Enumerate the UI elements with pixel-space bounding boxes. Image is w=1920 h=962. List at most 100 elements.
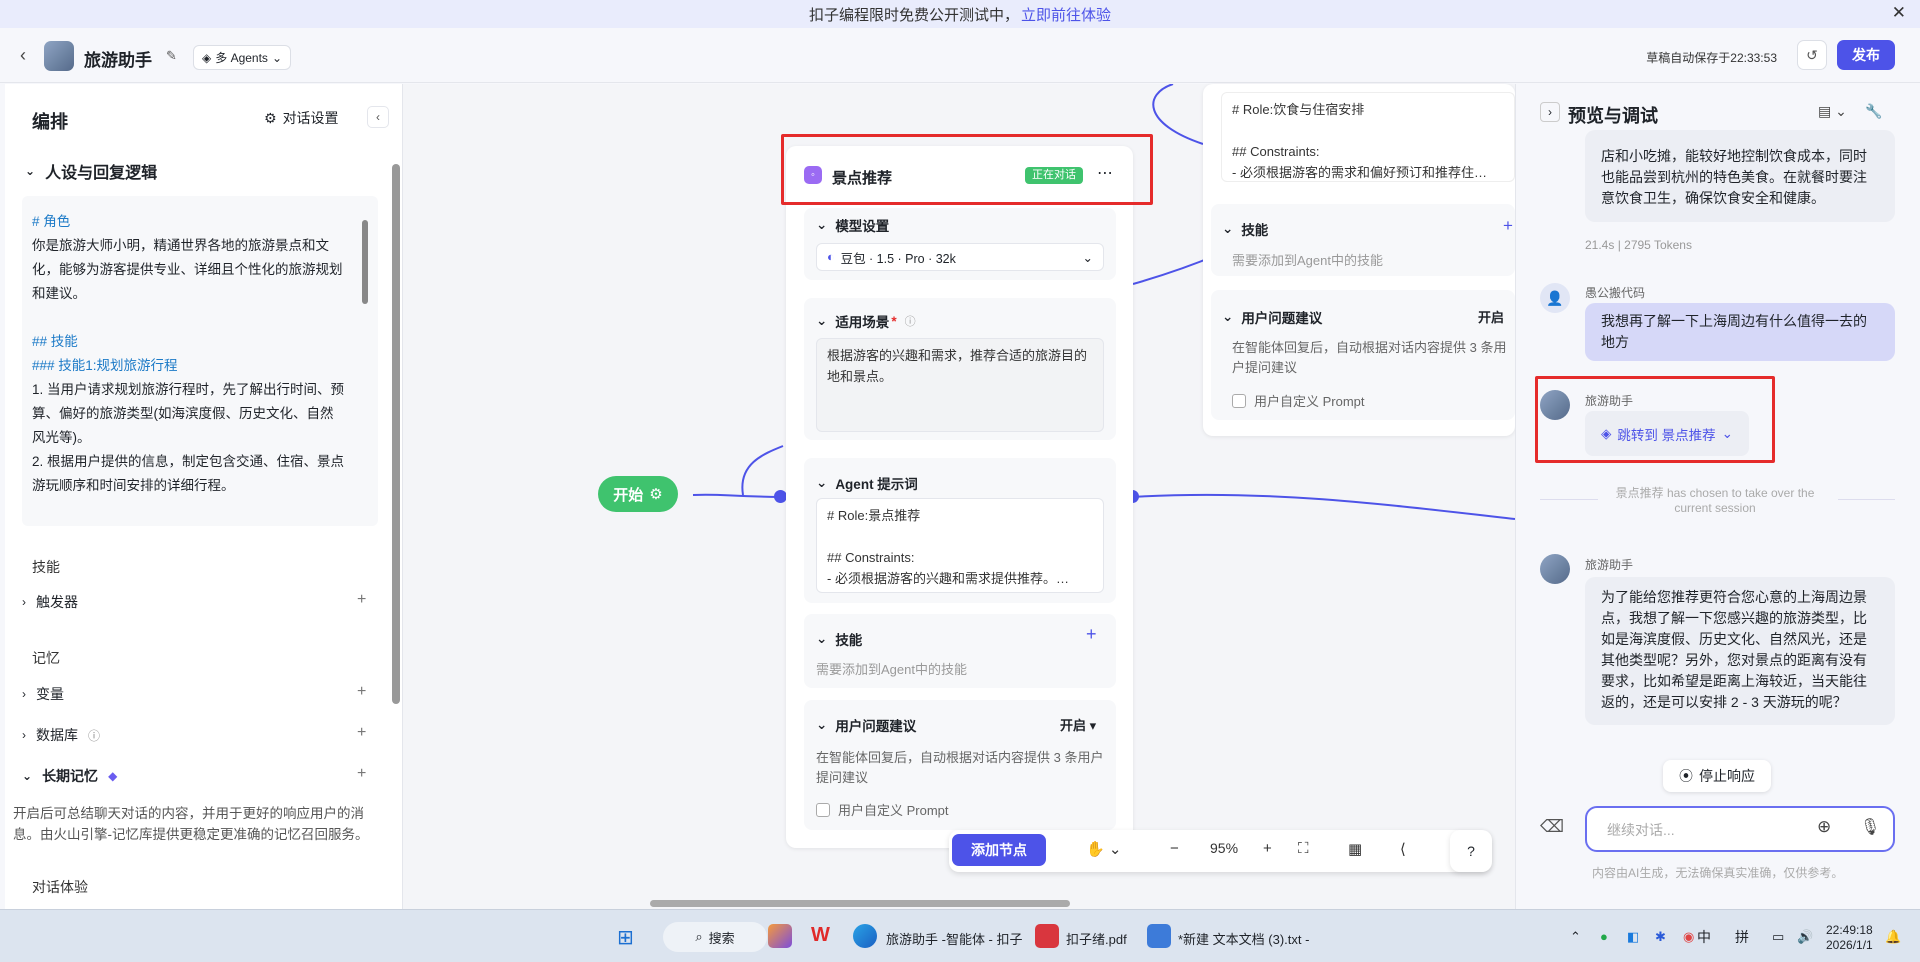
taskbar-search[interactable]: ⌕ 搜索 bbox=[663, 922, 767, 952]
microphone-icon[interactable]: 🎙 bbox=[1860, 817, 1880, 837]
collapse-icon[interactable]: ⟨ bbox=[1400, 840, 1406, 858]
mode-selector[interactable]: ◈ 多 Agents ⌄ bbox=[193, 45, 291, 70]
chevron-right-icon: › bbox=[22, 728, 26, 742]
prompt-scrollbar[interactable] bbox=[362, 220, 368, 304]
notification-icon[interactable]: 🔔 bbox=[1885, 929, 1901, 945]
suggest-state[interactable]: 开启 bbox=[1478, 307, 1504, 326]
agent-prompt-editor[interactable]: # Role:饮食与住宿安排 ## Constraints: - 必须根据游客的… bbox=[1221, 92, 1515, 182]
pointer-mode-icon[interactable]: ✋ ⌄ bbox=[1086, 840, 1121, 858]
stop-response-button[interactable]: ⦿ 停止响应 bbox=[1663, 760, 1771, 792]
zoom-out-icon[interactable]: − bbox=[1170, 840, 1179, 857]
prompt-line: 游玩顺序和时间安排的详细行程。 bbox=[32, 478, 235, 493]
wps-icon[interactable]: W bbox=[811, 924, 830, 947]
chevron-left-icon[interactable]: ‹ bbox=[20, 45, 26, 66]
close-icon[interactable]: ✕ bbox=[1892, 3, 1906, 23]
database-item[interactable]: › 数据库 ⓘ bbox=[22, 725, 100, 745]
collapse-panel-button[interactable]: ‹ bbox=[367, 106, 389, 128]
prompt-line: # Role:景点推荐 bbox=[827, 508, 921, 523]
custom-prompt-label: 用户自定义 Prompt bbox=[1254, 394, 1365, 409]
variables-item[interactable]: › 变量 bbox=[22, 684, 64, 704]
chevron-right-icon: › bbox=[22, 687, 26, 701]
pdf-icon[interactable] bbox=[1035, 924, 1059, 948]
system-note: 景点推荐 has chosen to take over the current… bbox=[1615, 486, 1815, 515]
skills-header[interactable]: ⌄ 技能 bbox=[1222, 219, 1268, 239]
chevron-down-icon: ⌄ bbox=[816, 313, 828, 328]
layout-grid-icon[interactable]: ▦ bbox=[1348, 840, 1362, 858]
agent-prompt-editor[interactable]: # Role:景点推荐 ## Constraints: - 必须根据游客的兴趣和… bbox=[816, 498, 1104, 593]
network-icon[interactable]: ▭ bbox=[1772, 929, 1784, 945]
chevron-right-icon: › bbox=[22, 595, 26, 609]
canvas-scrollbar[interactable] bbox=[650, 900, 1070, 907]
prompt-line: 1. 当用户请求规划旅游行程时，先了解出行时间、预 bbox=[32, 382, 345, 397]
persona-section-header[interactable]: ⌄ 人设与回复逻辑 bbox=[25, 159, 157, 183]
suggest-state[interactable]: 开启 ▾ bbox=[1060, 715, 1096, 734]
volume-icon[interactable]: 🔊 bbox=[1797, 929, 1813, 945]
chevron-down-icon: ⌄ bbox=[1082, 250, 1093, 265]
skills-header[interactable]: ⌄ 技能 bbox=[816, 629, 862, 649]
persona-prompt-editor[interactable]: # 角色 你是旅游大师小明，精通世界各地的旅游景点和文 化，能够为游客提供专业、… bbox=[22, 196, 378, 526]
collapse-preview-icon[interactable]: › bbox=[1540, 102, 1560, 122]
help-icon[interactable]: ? bbox=[1450, 830, 1492, 872]
add-skill-icon[interactable]: + bbox=[1086, 624, 1097, 645]
publish-button[interactable]: 发布 bbox=[1837, 40, 1895, 70]
prompt-line: 化，能够为游客提供专业、详细且个性化的旅游规划 bbox=[32, 262, 343, 277]
copilot-icon[interactable] bbox=[768, 924, 792, 948]
banner-link[interactable]: 立即前往体验 bbox=[1021, 4, 1111, 25]
ime-zh[interactable]: 中 bbox=[1697, 927, 1711, 947]
suggest-header[interactable]: ⌄ 用户问题建议 bbox=[816, 715, 916, 735]
taskbar-app-pdf[interactable]: 扣子绪.pdf bbox=[1066, 929, 1127, 948]
model-value: 豆包 · 1.5 · Pro · 32k bbox=[840, 251, 956, 266]
taskbar-app-edge[interactable]: 旅游助手 -智能体 - 扣子 bbox=[886, 929, 1023, 948]
add-skill-icon[interactable]: + bbox=[1503, 216, 1513, 236]
model-select[interactable]: ◐ 豆包 · 1.5 · Pro · 32k ⌄ bbox=[816, 243, 1104, 271]
wrench-icon[interactable]: 🔧 bbox=[1865, 103, 1882, 120]
search-icon: ⌕ bbox=[695, 929, 703, 944]
persona-section-title: 人设与回复逻辑 bbox=[45, 165, 158, 182]
taskbar-app-txt[interactable]: *新建 文本文档 (3).txt - bbox=[1178, 929, 1309, 948]
edge-icon[interactable] bbox=[853, 924, 877, 948]
trigger-item[interactable]: › 触发器 bbox=[22, 592, 78, 612]
history-button[interactable]: ↺ bbox=[1797, 40, 1827, 70]
clear-chat-icon[interactable]: ⌫ bbox=[1540, 817, 1564, 837]
start-node[interactable]: 开始 ⚙ bbox=[598, 476, 678, 512]
bluetooth-icon[interactable]: ✱ bbox=[1655, 929, 1666, 945]
tray-app-icon[interactable]: ◧ bbox=[1627, 929, 1639, 945]
wechat-icon[interactable]: ● bbox=[1600, 929, 1608, 944]
chevron-up-icon[interactable]: ⌃ bbox=[1570, 929, 1581, 945]
add-node-button[interactable]: 添加节点 bbox=[952, 834, 1046, 866]
windows-start-icon[interactable]: ⊞ bbox=[617, 925, 634, 950]
suggest-header[interactable]: ⌄ 用户问题建议 bbox=[1222, 307, 1322, 327]
custom-prompt-checkbox[interactable]: 用户自定义 Prompt bbox=[816, 800, 949, 819]
prompt-title: Agent 提示词 bbox=[835, 477, 918, 492]
scenario-input[interactable]: 根据游客的兴趣和需求，推荐合适的旅游目的地和景点。 bbox=[816, 338, 1104, 432]
add-long-memory-icon[interactable]: + bbox=[357, 765, 366, 783]
long-memory-item[interactable]: ⌄ 长期记忆 ◆ bbox=[22, 766, 117, 786]
debug-menu-icon[interactable]: ▤ ⌄ bbox=[1818, 103, 1847, 120]
custom-prompt-checkbox[interactable]: 用户自定义 Prompt bbox=[1232, 391, 1365, 410]
chevron-down-icon: ⌄ bbox=[816, 717, 828, 732]
fit-view-icon[interactable]: ⛶ bbox=[1298, 840, 1309, 857]
add-trigger-icon[interactable]: + bbox=[357, 591, 366, 609]
prompt-line: - 必须根据游客的兴趣和需求提供推荐。… bbox=[827, 571, 1069, 586]
qq-icon[interactable]: ◉ bbox=[1683, 929, 1694, 945]
model-header[interactable]: ⌄ 模型设置 bbox=[816, 215, 889, 235]
panel-scrollbar[interactable] bbox=[392, 164, 400, 704]
checkbox[interactable] bbox=[816, 802, 830, 817]
long-memory-label: 长期记忆 bbox=[42, 768, 99, 784]
history-icon: ↺ bbox=[1806, 46, 1818, 63]
add-variable-icon[interactable]: + bbox=[357, 683, 366, 701]
notepad-icon[interactable] bbox=[1147, 924, 1171, 948]
add-attachment-icon[interactable]: ⊕ bbox=[1817, 817, 1831, 837]
suggest-title: 用户问题建议 bbox=[835, 719, 917, 734]
ime-pinyin[interactable]: 拼 bbox=[1735, 927, 1749, 947]
prompt-line: 你是旅游大师小明，精通世界各地的旅游景点和文 bbox=[32, 238, 329, 253]
edit-icon[interactable]: ✎ bbox=[166, 48, 177, 64]
add-database-icon[interactable]: + bbox=[357, 724, 366, 742]
prompt-header[interactable]: ⌄ Agent 提示词 bbox=[816, 473, 918, 493]
zoom-level[interactable]: 95% bbox=[1210, 840, 1238, 856]
taskbar-clock[interactable]: 22:49:18 2026/1/1 bbox=[1826, 923, 1873, 953]
dialog-settings-button[interactable]: ⚙ 对话设置 bbox=[264, 108, 339, 128]
checkbox[interactable] bbox=[1232, 393, 1246, 408]
scenario-header[interactable]: ⌄ 适用场景 * ⓘ bbox=[816, 311, 916, 331]
zoom-in-icon[interactable]: + bbox=[1263, 840, 1272, 857]
